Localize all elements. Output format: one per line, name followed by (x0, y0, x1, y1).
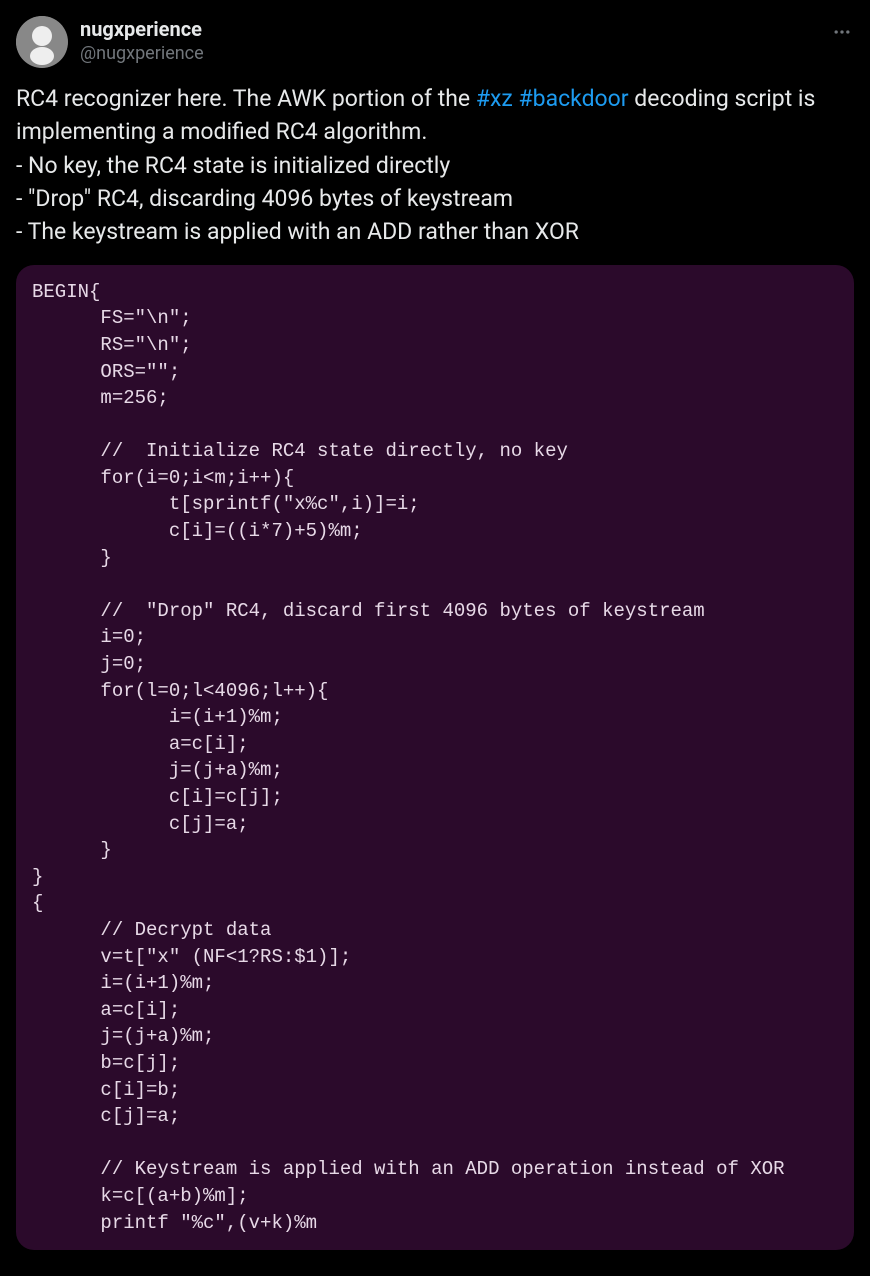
avatar[interactable] (16, 16, 68, 68)
hashtag-backdoor[interactable]: #backdoor (519, 85, 629, 112)
tweet-text-pre: RC4 recognizer here. The AWK portion of … (16, 85, 476, 112)
handle[interactable]: @nugxperience (80, 42, 204, 65)
code-block: BEGIN{ FS="\n"; RS="\n"; ORS=""; m=256; … (16, 265, 854, 1250)
tweet: nugxperience @nugxperience RC4 recognize… (16, 16, 854, 1250)
hashtag-xz[interactable]: #xz (476, 85, 513, 112)
author-names: nugxperience @nugxperience (80, 16, 204, 65)
tweet-text: RC4 recognizer here. The AWK portion of … (16, 82, 854, 249)
more-icon[interactable] (830, 20, 854, 44)
tweet-header: nugxperience @nugxperience (16, 16, 854, 68)
display-name[interactable]: nugxperience (80, 16, 204, 42)
